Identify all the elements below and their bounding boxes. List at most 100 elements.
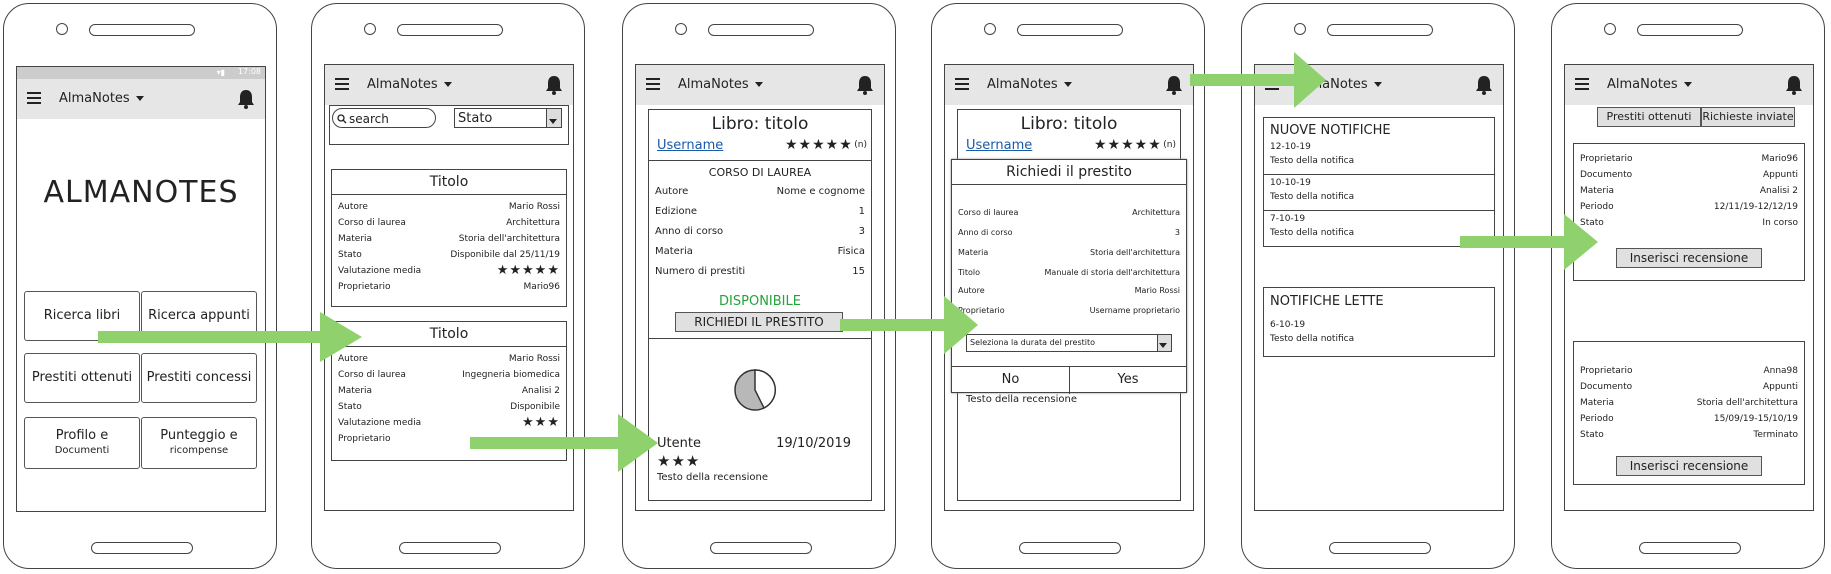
review-text: Testo della recensione: [657, 472, 768, 483]
search-input[interactable]: search: [332, 108, 436, 128]
notification-text[interactable]: Testo della notifica: [1270, 334, 1354, 344]
detail-row: Anno di corso 3: [655, 226, 865, 237]
bell-icon[interactable]: [1785, 75, 1803, 95]
notification-text[interactable]: Testo della notifica: [1270, 228, 1354, 238]
result-card[interactable]: Titolo Autore Mario Rossi Corso di laurea…: [331, 169, 567, 307]
card-title: Titolo: [332, 322, 566, 347]
notification-date: 10-10-19: [1270, 178, 1311, 188]
notification-text[interactable]: Testo della notifica: [1270, 156, 1354, 166]
notification-text[interactable]: Testo della notifica: [1270, 192, 1354, 202]
dialog-row: Proprietario Username proprietario: [958, 306, 1180, 315]
home-button[interactable]: [91, 542, 193, 554]
rating-count: (n): [1163, 140, 1176, 150]
home-button[interactable]: [1329, 542, 1431, 554]
card-row: Autore Mario Rossi: [338, 354, 560, 364]
rating-stars: ★★★★★: [785, 137, 853, 153]
bell-icon[interactable]: [1475, 75, 1493, 95]
loan-row: Stato Terminato: [1580, 430, 1798, 440]
card-title: Titolo: [332, 170, 566, 195]
bell-icon[interactable]: [1165, 75, 1183, 95]
state-select[interactable]: Stato: [454, 108, 562, 128]
state-select-value: Stato: [458, 111, 493, 126]
phone-search: AlmaNotes search Stato Titolo Autore Mari…: [311, 3, 585, 569]
review-text: Testo della recensione: [966, 394, 1077, 405]
app-title[interactable]: AlmaNotes: [1607, 77, 1692, 92]
owner-username-link[interactable]: Username: [966, 138, 1032, 153]
chevron-down-icon: [1157, 335, 1171, 351]
tile-punteggio[interactable]: Punteggio e ricompense: [141, 417, 257, 469]
home-button[interactable]: [1019, 542, 1121, 554]
card-row: Corso di laurea Ingegneria biomedica: [338, 370, 560, 380]
phone-home: 17:08 ▾▮ AlmaNotes ALMANOTES Ricerca lib…: [3, 3, 277, 569]
notification-date: 7-10-19: [1270, 214, 1306, 224]
request-loan-button[interactable]: RICHIEDI IL PRESTITO: [675, 312, 843, 332]
loan-row: Proprietario Anna98: [1580, 366, 1798, 376]
book-title: Libro: titolo: [1020, 114, 1118, 134]
divider: [649, 338, 871, 339]
new-notifications-header: NUOVE NOTIFICHE: [1270, 123, 1391, 138]
detail-row: Edizione 1: [655, 206, 865, 217]
menu-icon[interactable]: [1575, 78, 1589, 90]
no-button[interactable]: No: [952, 368, 1069, 392]
home-button[interactable]: [710, 542, 812, 554]
tile-label: Prestiti ottenuti: [31, 370, 133, 385]
tab-prestiti-ottenuti[interactable]: Prestiti ottenuti: [1597, 107, 1701, 127]
insert-review-button[interactable]: Inserisci recensione: [1616, 248, 1762, 268]
rating-stars: ★★★★★: [496, 263, 560, 278]
menu-icon[interactable]: [646, 78, 660, 90]
speaker: [89, 24, 195, 36]
tile-label: Profilo e: [55, 428, 109, 443]
chevron-down-icon: [443, 82, 452, 87]
owner-username-link[interactable]: Username: [657, 138, 723, 153]
app-title[interactable]: AlmaNotes: [987, 77, 1072, 92]
flow-arrow-3: [840, 296, 978, 354]
chevron-down-icon: [135, 96, 144, 101]
bell-icon[interactable]: [856, 75, 874, 95]
detail-row: Numero di prestiti 15: [655, 266, 865, 277]
tile-profilo[interactable]: Profilo e Documenti: [24, 417, 140, 469]
loan-row: Materia Analisi 2: [1580, 186, 1798, 196]
chevron-down-icon: [1063, 82, 1072, 87]
bell-icon[interactable]: [237, 89, 255, 109]
card-row: Materia Analisi 2: [338, 386, 560, 396]
review-user: Utente: [657, 436, 701, 451]
status-time: 17:08: [237, 67, 261, 76]
app-header: AlmaNotes: [17, 79, 265, 119]
phone-book-detail: AlmaNotes Libro: titolo Username ★★★★★ (…: [622, 3, 896, 569]
dialog-title: Richiedi il prestito: [1006, 164, 1132, 180]
wifi-icon: ▾▮: [216, 68, 225, 77]
tile-label: Punteggio e: [160, 428, 238, 443]
app-title[interactable]: AlmaNotes: [367, 77, 452, 92]
home-button[interactable]: [1639, 542, 1741, 554]
app-title[interactable]: AlmaNotes: [59, 91, 144, 106]
yes-button[interactable]: Yes: [1070, 368, 1186, 392]
home-button[interactable]: [399, 542, 501, 554]
card-row: Stato Disponibile dal 25/11/19: [338, 250, 560, 260]
loan-card: Proprietario Anna98 Documento Appunti Mate…: [1573, 341, 1805, 485]
tab-richieste-inviate[interactable]: Richieste inviate: [1701, 107, 1795, 127]
divider: [1264, 174, 1494, 175]
loan-card: Proprietario Mario96 Documento Appunti Mat…: [1573, 143, 1805, 281]
pie-chart-icon: [734, 369, 777, 411]
notification-date: 6-10-19: [1270, 320, 1306, 330]
dialog-row: Autore Mario Rossi: [958, 286, 1180, 295]
duration-select[interactable]: Seleziona la durata del prestito: [966, 334, 1172, 352]
loan-row: Periodo 12/11/19-12/12/19: [1580, 202, 1798, 212]
duration-select-value: Seleziona la durata del prestito: [970, 338, 1096, 347]
menu-icon[interactable]: [335, 78, 349, 90]
speaker: [708, 24, 814, 36]
app-header: AlmaNotes: [636, 65, 884, 105]
menu-icon[interactable]: [955, 78, 969, 90]
book-title: Libro: titolo: [711, 114, 809, 134]
speaker: [397, 24, 503, 36]
insert-review-button[interactable]: Inserisci recensione: [1616, 456, 1762, 476]
tile-sublabel: Documenti: [54, 445, 110, 456]
bell-icon[interactable]: [545, 75, 563, 95]
loan-row: Documento Appunti: [1580, 382, 1798, 392]
app-title[interactable]: AlmaNotes: [678, 77, 763, 92]
chevron-down-icon: [546, 109, 561, 127]
read-notifications-panel: NOTIFICHE LETTE 6-10-19 Testo della noti…: [1263, 287, 1495, 357]
camera: [1294, 23, 1306, 35]
menu-icon[interactable]: [27, 92, 41, 104]
card-row: Valutazione media ★★★★★: [338, 263, 560, 278]
